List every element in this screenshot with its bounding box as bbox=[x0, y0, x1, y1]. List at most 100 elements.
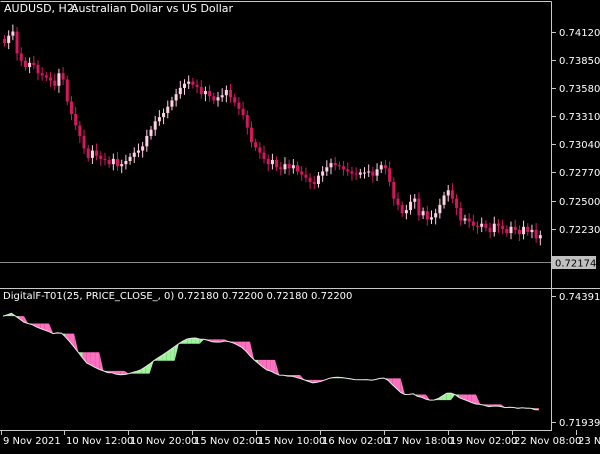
candle-body bbox=[313, 182, 316, 184]
candle-body bbox=[242, 109, 245, 115]
candle-body bbox=[129, 157, 132, 161]
candle-body bbox=[62, 73, 65, 79]
candle-body bbox=[401, 205, 404, 213]
candle-body bbox=[28, 63, 31, 67]
candle-body bbox=[526, 227, 529, 232]
candlestick-series[interactable] bbox=[3, 25, 542, 246]
candle-body bbox=[254, 142, 257, 147]
candle-body bbox=[133, 153, 136, 157]
candle-body bbox=[338, 165, 341, 166]
candle-body bbox=[183, 84, 186, 88]
candle-body bbox=[3, 39, 6, 43]
candle-body bbox=[309, 178, 312, 182]
indicator-fill-segment bbox=[447, 393, 451, 400]
candle-body bbox=[87, 148, 90, 157]
candle-body bbox=[514, 227, 517, 230]
time-axis[interactable]: 9 Nov 202110 Nov 12:0010 Nov 20:0015 Nov… bbox=[2, 430, 600, 447]
candle-body bbox=[438, 205, 441, 213]
candle-body bbox=[384, 165, 387, 168]
candle-body bbox=[112, 159, 115, 164]
time-tick-label: 19 Nov 02:00 bbox=[450, 436, 517, 447]
candle-body bbox=[16, 32, 19, 54]
candle-body bbox=[212, 96, 215, 100]
indicator-fill-segment bbox=[267, 360, 271, 371]
indicator-fill-segment bbox=[191, 338, 195, 344]
candle-body bbox=[24, 61, 27, 67]
indicator-fill-segment bbox=[83, 352, 87, 363]
price-tick-label: 0.73850 bbox=[559, 56, 600, 67]
indicator-fill-segment bbox=[476, 395, 480, 405]
candle-body bbox=[489, 228, 492, 232]
candle-body bbox=[246, 115, 249, 128]
chart-window[interactable]: 0.741200.738500.735800.733100.730400.727… bbox=[0, 0, 600, 450]
candle-body bbox=[484, 224, 487, 228]
candle-body bbox=[392, 182, 395, 199]
time-tick-label: 10 Nov 12:00 bbox=[66, 436, 133, 447]
candle-body bbox=[137, 151, 140, 153]
candle-body bbox=[530, 230, 533, 232]
candle-body bbox=[288, 164, 291, 168]
candle-body bbox=[7, 36, 10, 43]
candle-body bbox=[363, 173, 366, 174]
candle-body bbox=[510, 227, 513, 233]
price-tick-label: 0.73580 bbox=[559, 84, 600, 95]
candle-body bbox=[108, 160, 111, 164]
candle-body bbox=[200, 87, 203, 94]
candle-body bbox=[350, 171, 353, 173]
candle-body bbox=[237, 103, 240, 109]
chart-canvas[interactable]: 0.741200.738500.735800.733100.730400.727… bbox=[0, 0, 600, 450]
candle-body bbox=[221, 95, 224, 97]
price-tick-label: 0.74120 bbox=[559, 28, 600, 39]
candle-body bbox=[91, 151, 94, 158]
candle-body bbox=[124, 161, 127, 164]
candle-body bbox=[296, 165, 299, 171]
candle-body bbox=[36, 65, 39, 73]
time-tick-label: 9 Nov 2021 bbox=[3, 436, 61, 447]
time-tick-label: 23 Nov 16:00 bbox=[578, 436, 600, 447]
candle-body bbox=[376, 169, 379, 175]
candle-body bbox=[459, 208, 462, 221]
candle-body bbox=[535, 230, 538, 238]
candle-body bbox=[78, 126, 81, 136]
candle-body bbox=[472, 222, 475, 226]
candle-body bbox=[371, 171, 374, 175]
candle-body bbox=[300, 171, 303, 174]
candle-body bbox=[120, 164, 123, 166]
candle-body bbox=[191, 82, 194, 85]
candle-body bbox=[208, 91, 211, 96]
candle-body bbox=[166, 107, 169, 113]
candle-body bbox=[158, 117, 161, 121]
candle-body bbox=[57, 73, 60, 86]
candle-body bbox=[405, 210, 408, 213]
candle-body bbox=[271, 160, 274, 164]
candle-body bbox=[342, 166, 345, 169]
candle-body bbox=[275, 160, 278, 167]
candle-body bbox=[417, 199, 420, 216]
candle-body bbox=[518, 230, 521, 234]
price-axis[interactable]: 0.741200.738500.735800.733100.730400.727… bbox=[552, 28, 600, 236]
candle-body bbox=[258, 147, 261, 152]
indicator-fill-segment bbox=[275, 360, 279, 375]
candle-body bbox=[187, 82, 190, 84]
candle-body bbox=[468, 218, 471, 221]
candle-body bbox=[204, 91, 207, 94]
candle-body bbox=[99, 156, 102, 159]
candle-body bbox=[32, 63, 35, 65]
indicator-fill-segment bbox=[99, 352, 103, 371]
candle-body bbox=[501, 226, 504, 229]
candle-body bbox=[325, 167, 328, 171]
time-tick-label: 15 Nov 10:00 bbox=[258, 436, 325, 447]
candle-body bbox=[451, 190, 454, 198]
candle-body bbox=[430, 217, 433, 219]
price-tick-label: 0.72500 bbox=[559, 197, 600, 208]
price-tick-label: 0.73310 bbox=[559, 112, 600, 123]
indicator-bottom-value: 0.71939 bbox=[559, 418, 600, 429]
candle-body bbox=[20, 53, 23, 60]
candle-body bbox=[145, 136, 148, 146]
time-tick-label: 15 Nov 02:00 bbox=[194, 436, 261, 447]
candle-body bbox=[45, 75, 48, 77]
indicator-fill-segment bbox=[200, 339, 204, 344]
candle-body bbox=[250, 128, 253, 143]
candle-body bbox=[41, 73, 44, 75]
candle-body bbox=[505, 229, 508, 233]
